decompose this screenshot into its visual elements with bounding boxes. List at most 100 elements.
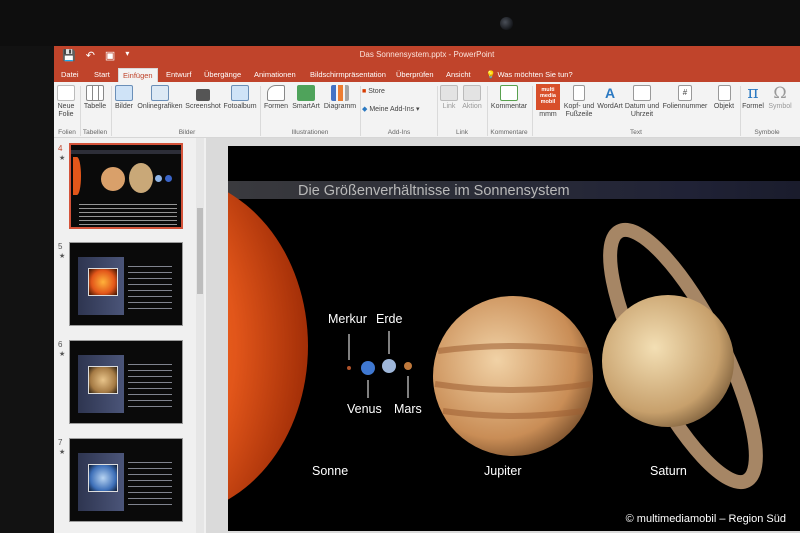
tab-bildschirmpraesentation[interactable]: Bildschirmpräsentation	[306, 68, 390, 82]
pictures-button[interactable]: Bilder	[112, 85, 136, 111]
header-footer-icon	[573, 85, 585, 101]
slide-number: 6	[58, 340, 63, 349]
online-pictures-button[interactable]: Onlinegrafiken	[136, 85, 184, 111]
slide-thumbnail-4[interactable]	[69, 143, 183, 229]
screenshot-button[interactable]: Screenshot	[184, 85, 222, 111]
chart-icon	[331, 85, 349, 101]
jupiter	[433, 296, 593, 456]
mars	[404, 362, 412, 370]
bezel-top	[0, 0, 800, 46]
smartart-icon	[297, 85, 315, 101]
mmm-logo: multi media mobil	[536, 84, 560, 110]
separator	[260, 86, 261, 136]
picture-icon	[115, 85, 133, 101]
my-addins-button[interactable]: ◆ Meine Add-Ins ▾	[362, 106, 434, 114]
slide-thumbnail-pane: 4 ★ 5 ★ 6 ★ 7 ★	[54, 138, 206, 533]
omega-icon: Ω	[773, 83, 787, 102]
group-text: Text	[630, 129, 642, 136]
thumb-venus-image	[88, 366, 118, 394]
thumb-text-lines	[128, 457, 172, 507]
label-merkur: Merkur	[328, 312, 367, 326]
thumb-sun-image	[88, 268, 118, 296]
tab-ansicht[interactable]: Ansicht	[442, 68, 475, 82]
tab-datei[interactable]: Datei	[57, 68, 83, 82]
addins-icon: ◆	[362, 106, 368, 113]
document-title: Das Sonnensystem.pptx - PowerPoint	[359, 50, 495, 59]
group-link: Link	[456, 129, 468, 136]
comment-button[interactable]: Kommentar	[488, 85, 530, 111]
table-icon	[86, 85, 104, 101]
group-addins: Add-Ins	[387, 129, 411, 136]
wordart-button[interactable]: A WordArt	[596, 85, 624, 111]
saturn	[602, 295, 734, 427]
calendar-icon	[633, 85, 651, 101]
group-symbole: Symbole	[754, 129, 780, 136]
animation-star-icon: ★	[59, 253, 66, 260]
object-button[interactable]: Objekt	[710, 85, 738, 111]
slide-thumbnail-5[interactable]	[69, 242, 183, 326]
camera-icon	[196, 89, 210, 101]
tab-start[interactable]: Start	[90, 68, 114, 82]
online-picture-icon	[151, 85, 169, 101]
mercury	[347, 366, 351, 370]
action-button[interactable]: Aktion	[459, 85, 485, 111]
animation-star-icon: ★	[59, 449, 66, 456]
ribbon-tabs: Datei Start Einfügen Entwurf Übergänge A…	[54, 66, 800, 82]
thumb-neptune	[165, 175, 172, 182]
separator	[532, 86, 533, 136]
lightbulb-icon: 💡	[486, 70, 496, 79]
shapes-icon	[267, 85, 285, 101]
slide-thumbnail-7[interactable]	[69, 438, 183, 522]
slide-editing-area: Die Größenverhältnisse im Sonnensystem M…	[206, 138, 800, 533]
new-slide-button[interactable]: Neue Folie	[55, 85, 77, 119]
store-button[interactable]: ■ Store	[362, 88, 402, 96]
title-bar: 💾 ↶ ▣ ▾ Das Sonnensystem.pptx - PowerPoi…	[54, 46, 800, 66]
pi-icon: π	[747, 83, 759, 103]
current-slide[interactable]: Die Größenverhältnisse im Sonnensystem M…	[228, 146, 800, 531]
tab-entwurf[interactable]: Entwurf	[162, 68, 195, 82]
link-icon	[440, 85, 458, 101]
link-button[interactable]: Link	[439, 85, 459, 111]
thumbnail-scrollbar[interactable]	[196, 138, 204, 533]
thumb-text-lines	[128, 359, 172, 409]
object-icon	[717, 85, 731, 101]
tab-animationen[interactable]: Animationen	[250, 68, 300, 82]
tab-einfuegen[interactable]: Einfügen	[118, 68, 158, 82]
tell-me-search[interactable]: 💡 Was möchten Sie tun?	[482, 68, 577, 82]
smartart-button[interactable]: SmartArt	[290, 85, 322, 111]
slide-number-icon: #	[678, 85, 692, 101]
tab-ueberpruefen[interactable]: Überprüfen	[392, 68, 438, 82]
mmm-button[interactable]: multi media mobil mmm	[534, 84, 562, 119]
symbol-button[interactable]: Ω Symbol	[766, 85, 794, 111]
tab-uebergaenge[interactable]: Übergänge	[200, 68, 245, 82]
group-folien: Folien	[58, 129, 76, 136]
slide-number: 5	[58, 242, 63, 251]
slide-number-button[interactable]: # Foliennummer	[660, 85, 710, 111]
separator	[360, 86, 361, 136]
earth	[382, 359, 396, 373]
table-button[interactable]: Tabelle	[82, 85, 108, 111]
tell-me-label: Was möchten Sie tun?	[497, 70, 573, 79]
label-saturn: Saturn	[650, 464, 687, 478]
date-time-button[interactable]: Datum und Uhrzeit	[624, 85, 660, 119]
thumb-text-lines	[79, 201, 177, 225]
comment-icon	[500, 85, 518, 101]
photo-album-button[interactable]: Fotoalbum	[222, 85, 258, 111]
ribbon: Neue Folie Folien Tabelle Tabellen Bilde…	[54, 82, 800, 138]
shapes-button[interactable]: Formen	[262, 85, 290, 111]
slide-thumbnail-6[interactable]	[69, 340, 183, 424]
animation-star-icon: ★	[59, 155, 66, 162]
scrollbar-thumb[interactable]	[197, 208, 203, 294]
thumb-sun	[73, 157, 81, 195]
group-illustrationen: Illustrationen	[291, 129, 329, 136]
chart-button[interactable]: Diagramm	[322, 85, 358, 111]
photo-album-icon	[231, 85, 249, 101]
header-footer-button[interactable]: Kopf- und Fußzeile	[562, 85, 596, 119]
equation-button[interactable]: π Formel	[740, 85, 766, 111]
thumb-saturn	[129, 163, 153, 193]
group-kommentare: Kommentare	[490, 129, 528, 136]
animation-star-icon: ★	[59, 351, 66, 358]
label-sonne: Sonne	[312, 464, 349, 478]
store-icon: ■	[362, 88, 367, 95]
label-venus: Venus	[347, 402, 382, 416]
